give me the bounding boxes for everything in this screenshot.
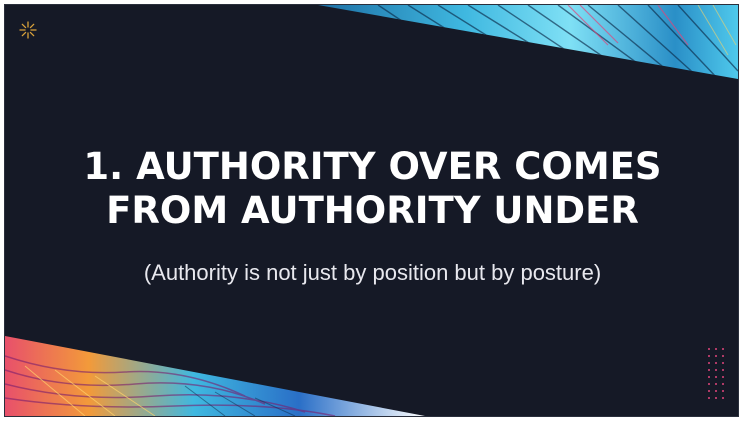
decorative-abstract-art-top	[318, 5, 738, 79]
slide-title-line-2: FROM AUTHORITY UNDER	[106, 189, 639, 232]
slide-subtitle: (Authority is not just by position but b…	[143, 260, 602, 285]
dot-grid-icon	[708, 348, 724, 399]
slide-title: 1. AUTHORITY OVER COMES FROM AUTHORITY U…	[5, 145, 738, 233]
slide-title-line-1: 1. AUTHORITY OVER COMES	[83, 145, 662, 188]
decorative-abstract-art-bottom	[5, 336, 425, 416]
presentation-slide: 1. AUTHORITY OVER COMES FROM AUTHORITY U…	[4, 4, 739, 417]
sun-icon	[19, 21, 37, 39]
